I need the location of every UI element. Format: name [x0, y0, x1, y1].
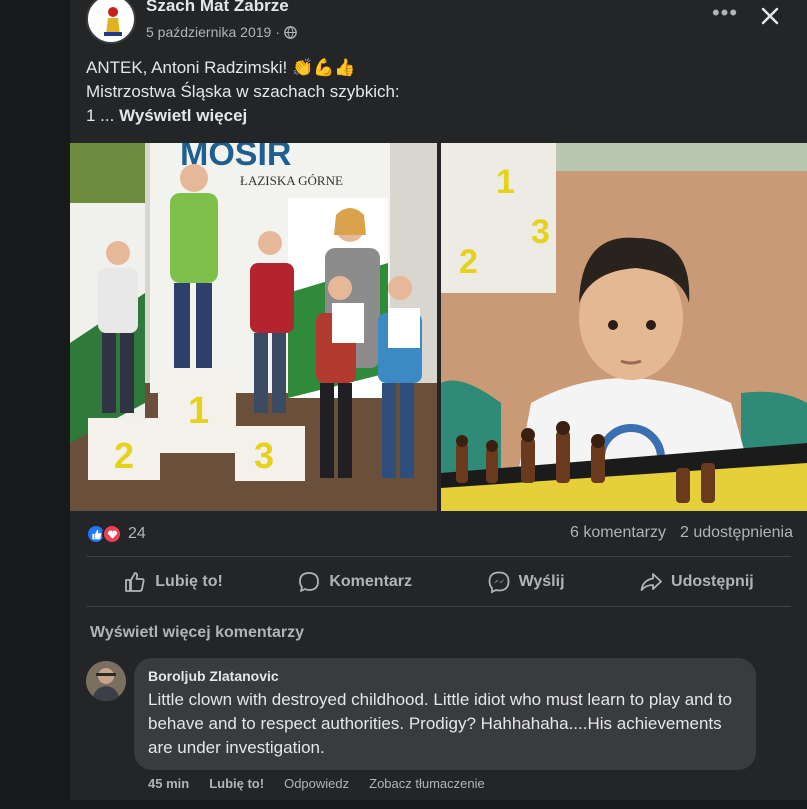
photo-podium[interactable]: MOSIR ŁAZISKA GÓRNE 1 2 3 — [70, 143, 437, 511]
post-text-line3: 1 ... Wyświetl więcej — [86, 104, 766, 128]
reaction-count: 24 — [128, 525, 146, 542]
view-more-comments-link[interactable]: Wyświetl więcej komentarzy — [90, 624, 304, 642]
comment-icon — [299, 572, 320, 592]
share-count-link[interactable]: 2 udostępnienia — [680, 524, 793, 542]
meta-separator: · — [275, 24, 280, 40]
globe-icon — [284, 25, 297, 39]
like-button[interactable]: Lubię to! — [107, 560, 239, 604]
podium-number-2: 2 — [114, 435, 134, 476]
comment-actions: 45 min Lubię to! Odpowiedz Zobacz tłumac… — [148, 776, 485, 791]
share-button-label: Udostępnij — [671, 573, 754, 590]
close-icon[interactable] — [758, 4, 782, 28]
commenter-avatar-image — [86, 661, 126, 701]
chess-photo-image: 1 3 2 — [441, 143, 807, 511]
comment-reply-link[interactable]: Odpowiedz — [284, 776, 349, 791]
post-text-line1: ANTEK, Antoni Radzimski! 👏💪👍 — [86, 58, 356, 77]
messenger-icon — [488, 571, 509, 594]
see-more-link[interactable]: Wyświetl więcej — [119, 106, 247, 125]
page-avatar[interactable] — [86, 0, 136, 44]
banner-laziska: ŁAZISKA GÓRNE — [240, 173, 343, 188]
reaction-icons — [86, 524, 122, 544]
comment-count-link[interactable]: 6 komentarzy — [570, 524, 666, 542]
podium-number-1: 1 — [188, 390, 209, 432]
comment-translate-link[interactable]: Zobacz tłumaczenie — [369, 776, 485, 791]
comment-time[interactable]: 45 min — [148, 776, 189, 791]
right-podium-number-2: 2 — [459, 243, 478, 281]
like-button-label: Lubię to! — [155, 573, 223, 590]
reactions-summary[interactable]: 24 — [86, 524, 146, 544]
post-text-line3-start: 1 ... — [86, 106, 115, 125]
more-options-icon[interactable]: ••• — [710, 2, 740, 26]
comment-bubble: Boroljub Zlatanovic Little clown with de… — [134, 658, 756, 770]
right-podium-number-3: 3 — [531, 213, 550, 251]
comment-text: Little clown with destroyed childhood. L… — [148, 690, 732, 757]
comment-like-link[interactable]: Lubię to! — [209, 776, 264, 791]
post-meta: 5 października 2019 · — [146, 24, 297, 40]
commenter-avatar[interactable] — [86, 661, 126, 701]
comment-button[interactable]: Komentarz — [281, 560, 428, 604]
right-podium-number-1: 1 — [496, 163, 515, 201]
left-background — [0, 0, 70, 809]
podium-number-3: 3 — [254, 435, 274, 476]
share-icon — [640, 573, 662, 591]
post-text: ANTEK, Antoni Radzimski! 👏💪👍 Mistrzostwa… — [86, 56, 766, 128]
send-button[interactable]: Wyślij — [471, 560, 581, 604]
post-stats: 6 komentarzy 2 udostępnienia — [570, 524, 793, 542]
divider-top — [86, 556, 791, 557]
comment-button-label: Komentarz — [329, 573, 413, 590]
comment-author[interactable]: Boroljub Zlatanovic — [148, 668, 742, 684]
chess-piece-icon — [104, 7, 122, 36]
share-button[interactable]: Udostępnij — [623, 560, 770, 604]
page-name[interactable]: Szach Mat Zabrze — [146, 0, 289, 16]
podium-photo-image: MOSIR ŁAZISKA GÓRNE 1 2 3 — [70, 143, 437, 511]
post-card: Szach Mat Zabrze 5 października 2019 · •… — [70, 0, 807, 800]
divider-bottom — [86, 606, 791, 607]
post-date[interactable]: 5 października 2019 — [146, 24, 271, 40]
post-text-line2: Mistrzostwa Śląska w szachach szybkich: — [86, 82, 400, 101]
photo-chess-boy[interactable]: 1 3 2 — [441, 143, 807, 511]
send-button-label: Wyślij — [518, 573, 565, 590]
love-reaction-icon — [102, 524, 122, 544]
thumbs-up-icon — [125, 572, 145, 592]
post-actions: Lubię to! Komentarz Wyślij Udostępnij — [86, 560, 791, 604]
